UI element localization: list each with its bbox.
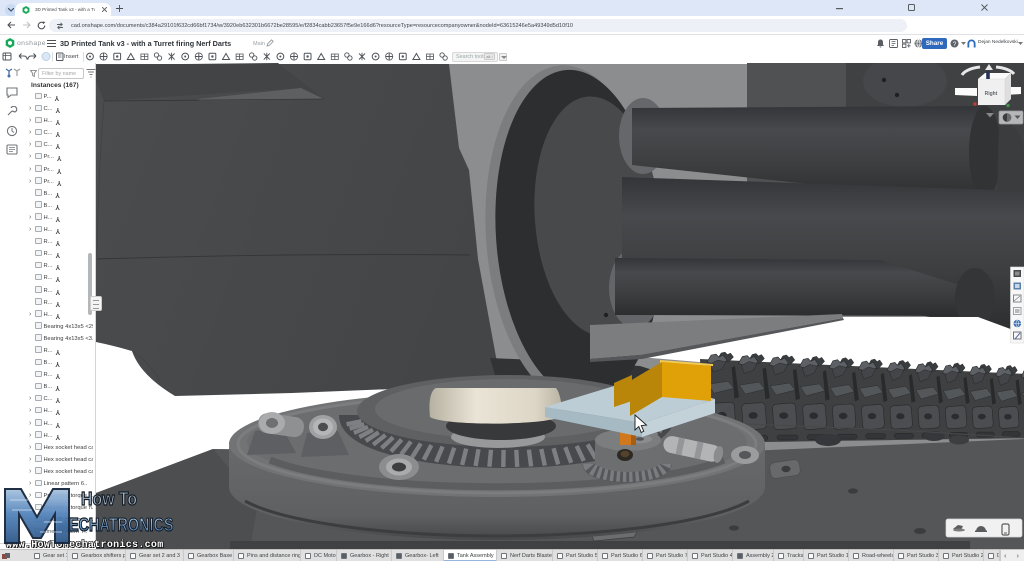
svg-text:Right: Right xyxy=(985,91,998,97)
svg-text:?: ? xyxy=(953,40,957,47)
